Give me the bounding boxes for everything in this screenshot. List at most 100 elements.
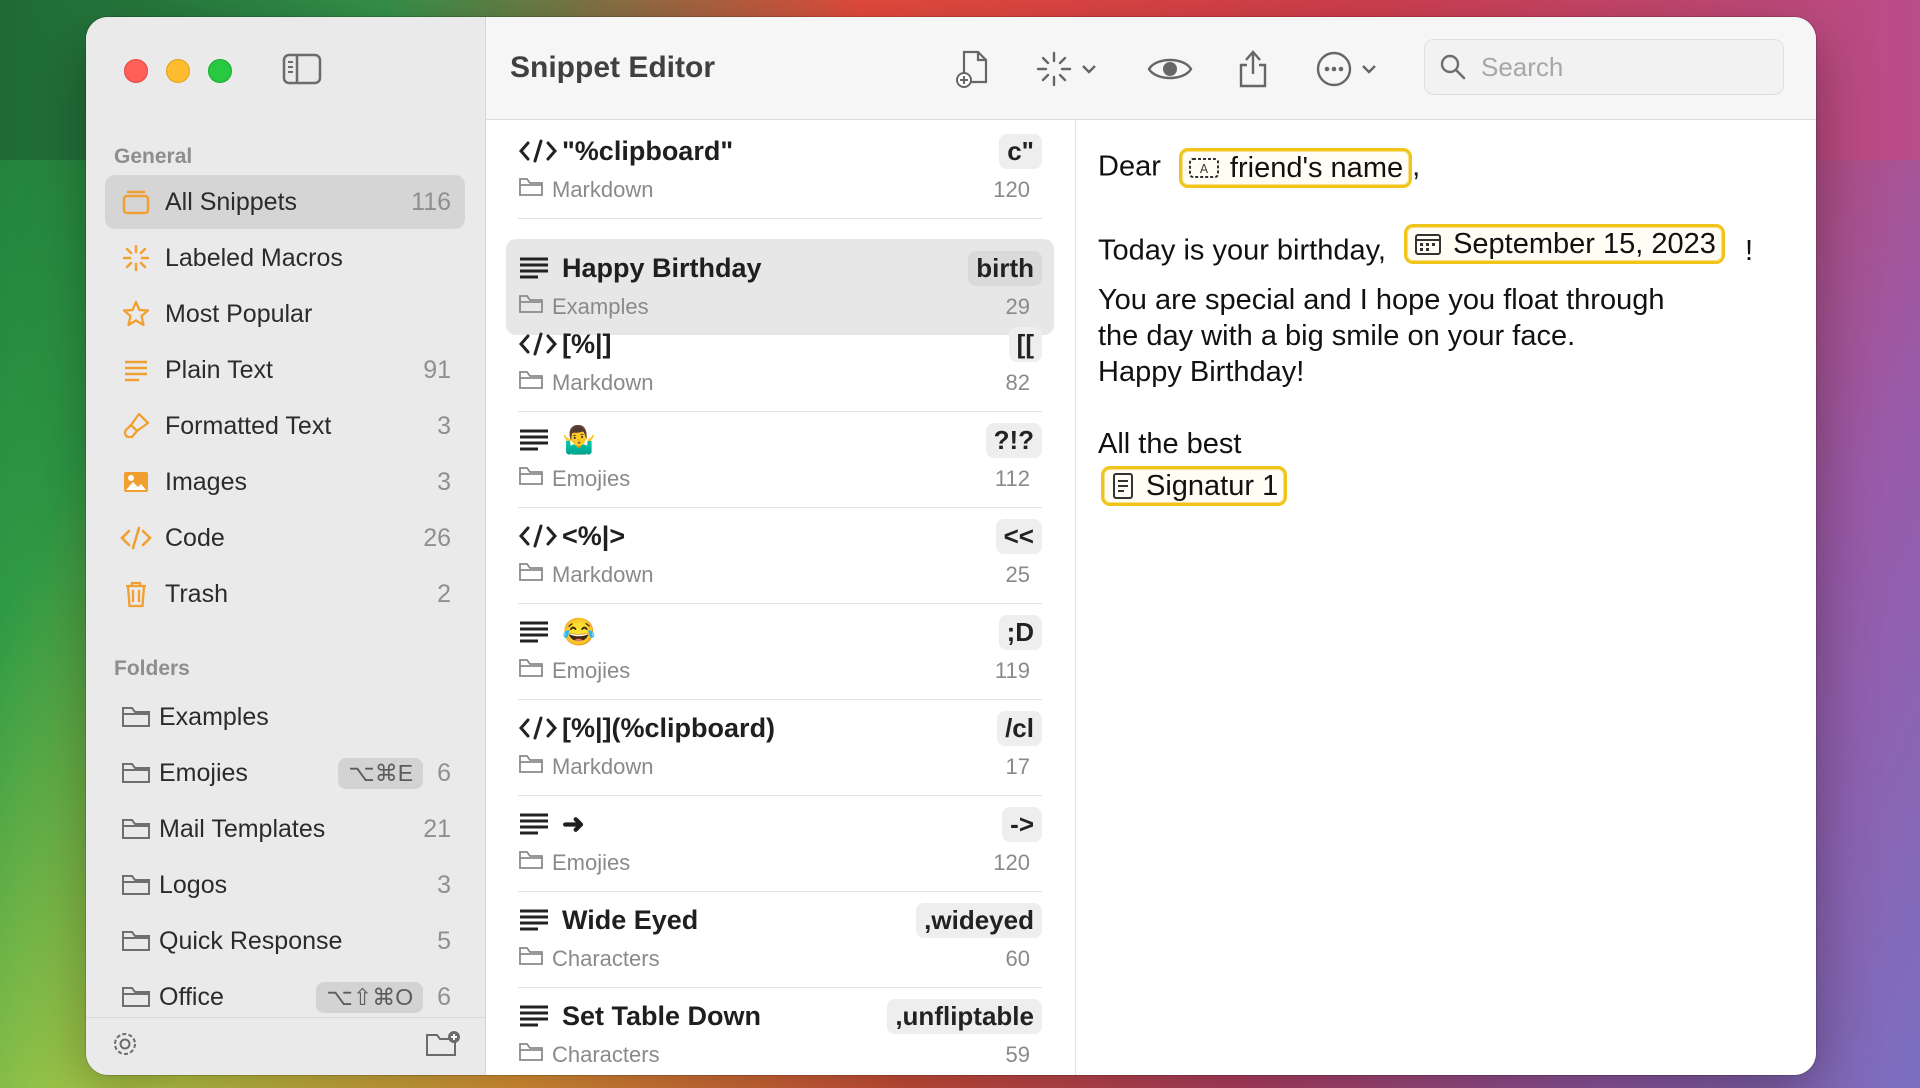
snippet-row[interactable]: Set Table Down ,unfliptable Characters 5… xyxy=(506,987,1054,1075)
snippet-folder: Markdown xyxy=(552,370,654,395)
folder-icon xyxy=(518,945,544,973)
folder-label: Emojies xyxy=(159,758,248,787)
snippet-use-count: 59 xyxy=(1005,1042,1030,1067)
editor-text: Dear xyxy=(1098,150,1161,183)
placeholder-token-signature[interactable]: Signatur 1 xyxy=(1101,466,1288,506)
token-label: friend's name xyxy=(1229,151,1404,184)
folder-count: 3 xyxy=(437,870,451,899)
snippet-abbreviation: << xyxy=(995,518,1042,554)
close-window-button[interactable] xyxy=(124,59,148,83)
snippet-use-count: 119 xyxy=(994,658,1030,683)
snippet-use-count: 82 xyxy=(1005,370,1030,395)
share-icon xyxy=(1236,48,1270,95)
snippet-abbreviation: ;D xyxy=(998,614,1042,650)
editor-line: You are special and I hope you float thr… xyxy=(1098,284,1665,316)
stack-icon xyxy=(119,185,153,219)
text-lines-icon xyxy=(119,353,153,387)
folder-item-office[interactable]: Office ⌥⇧⌘O 6 xyxy=(105,970,465,1024)
ellipsis-circle-icon xyxy=(1314,49,1354,94)
editor-line: Happy Birthday! xyxy=(1098,356,1305,388)
sidebar-item-most-popular[interactable]: Most Popular xyxy=(105,287,465,341)
snippet-name: Happy Birthday xyxy=(562,252,762,283)
folder-item-examples[interactable]: Examples xyxy=(105,690,465,744)
folder-item-logos[interactable]: Logos 3 xyxy=(105,858,465,912)
document-icon xyxy=(1110,472,1136,500)
folder-label: Mail Templates xyxy=(159,814,326,843)
search-field[interactable]: Search xyxy=(1424,39,1784,95)
folders-nav: Examples Emojies ⌥⌘E 6 Mail Templates 21… xyxy=(105,690,465,1026)
zoom-window-button[interactable] xyxy=(208,59,232,83)
sidebar: General All Snippets 116 Labeled Macros xyxy=(86,17,486,1075)
folder-item-emojies[interactable]: Emojies ⌥⌘E 6 xyxy=(105,746,465,800)
code-icon xyxy=(518,521,558,551)
snippet-use-count: 112 xyxy=(994,466,1030,491)
folder-icon xyxy=(119,924,153,958)
share-button[interactable] xyxy=(1236,49,1270,93)
placeholder-token-friend[interactable]: A friend's name xyxy=(1178,148,1413,188)
code-icon xyxy=(518,329,558,359)
folder-icon xyxy=(518,753,544,781)
code-icon xyxy=(518,713,558,743)
folder-icon xyxy=(518,1041,544,1069)
folder-icon xyxy=(119,812,153,846)
settings-gear-icon[interactable] xyxy=(110,1029,140,1064)
snippet-row[interactable]: ➜ -> Emojies 120 xyxy=(506,795,1054,892)
snippet-editor[interactable]: Dear A friend's name , Today is your bir… xyxy=(1077,120,1816,1075)
placeholder-token-date[interactable]: September 15, 2023 xyxy=(1404,224,1725,264)
toolbar: Snippet Editor Search xyxy=(486,17,1816,120)
sidebar-item-label: Formatted Text xyxy=(165,411,332,440)
snippet-folder: Markdown xyxy=(552,562,654,587)
sidebar-item-all-snippets[interactable]: All Snippets 116 xyxy=(105,175,465,229)
general-section-label: General xyxy=(114,145,193,168)
snippet-name: ➜ xyxy=(562,808,585,839)
snippet-abbreviation: c" xyxy=(999,133,1042,169)
snippet-folder: Characters xyxy=(552,1042,660,1067)
folders-section-label: Folders xyxy=(114,657,190,680)
snippet-row[interactable]: 🤷‍♂️ ?!? Emojies 112 xyxy=(506,411,1054,508)
text-lines-icon xyxy=(518,905,558,935)
minimize-window-button[interactable] xyxy=(166,59,190,83)
snippet-name: 😂 xyxy=(562,617,596,647)
snippet-row[interactable]: [%|] [[ Markdown 82 xyxy=(506,315,1054,412)
sidebar-item-formatted-text[interactable]: Formatted Text 3 xyxy=(105,399,465,453)
sidebar-item-trash[interactable]: Trash 2 xyxy=(105,567,465,621)
more-actions-button[interactable] xyxy=(1314,49,1378,93)
row-divider xyxy=(518,218,1042,219)
folder-icon xyxy=(119,700,153,734)
snippet-row[interactable]: 😂 ;D Emojies 119 xyxy=(506,603,1054,700)
sidebar-item-plain-text[interactable]: Plain Text 91 xyxy=(105,343,465,397)
new-folder-icon[interactable] xyxy=(425,1029,461,1064)
brush-icon xyxy=(119,409,153,443)
editor-line-greeting: Dear A friend's name , xyxy=(1098,148,1420,188)
sidebar-item-images[interactable]: Images 3 xyxy=(105,455,465,509)
snippet-row[interactable]: [%|](%clipboard) /cl Markdown 17 xyxy=(506,699,1054,796)
sidebar-item-code[interactable]: Code 26 xyxy=(105,511,465,565)
snippet-abbreviation: ,wideyed xyxy=(916,902,1042,938)
sidebar-item-label: All Snippets xyxy=(165,187,298,216)
sidebar-item-labeled-macros[interactable]: Labeled Macros xyxy=(105,231,465,285)
new-snippet-button[interactable] xyxy=(954,49,992,93)
folder-count: 6 xyxy=(437,758,451,787)
folder-icon xyxy=(518,561,544,589)
folder-item-quick-response[interactable]: Quick Response 5 xyxy=(105,914,465,968)
sparkle-icon xyxy=(119,241,153,275)
folder-item-mail-templates[interactable]: Mail Templates 21 xyxy=(105,802,465,856)
sidebar-toggle-icon[interactable] xyxy=(282,53,322,85)
search-placeholder: Search xyxy=(1481,51,1564,82)
editor-line-closing: All the best xyxy=(1098,428,1242,460)
text-lines-icon xyxy=(518,425,558,455)
sidebar-item-label: Most Popular xyxy=(165,299,313,328)
preview-button[interactable] xyxy=(1146,49,1194,93)
eye-icon xyxy=(1146,52,1194,91)
keyboard-shortcut-badge: ⌥⇧⌘O xyxy=(316,981,424,1013)
general-nav: All Snippets 116 Labeled Macros Most Pop… xyxy=(105,175,465,623)
folder-count: 5 xyxy=(437,926,451,955)
snippet-row[interactable]: "%clipboard" c" Markdown 120 xyxy=(506,122,1054,219)
item-count: 116 xyxy=(411,187,451,216)
snippet-row[interactable]: <%|> << Markdown 25 xyxy=(506,507,1054,604)
photo-icon xyxy=(119,465,153,499)
window-controls xyxy=(124,59,232,83)
sidebar-footer xyxy=(86,1017,485,1075)
macros-menu-button[interactable] xyxy=(1034,49,1098,93)
snippet-row[interactable]: Wide Eyed ,wideyed Characters 60 xyxy=(506,891,1054,988)
